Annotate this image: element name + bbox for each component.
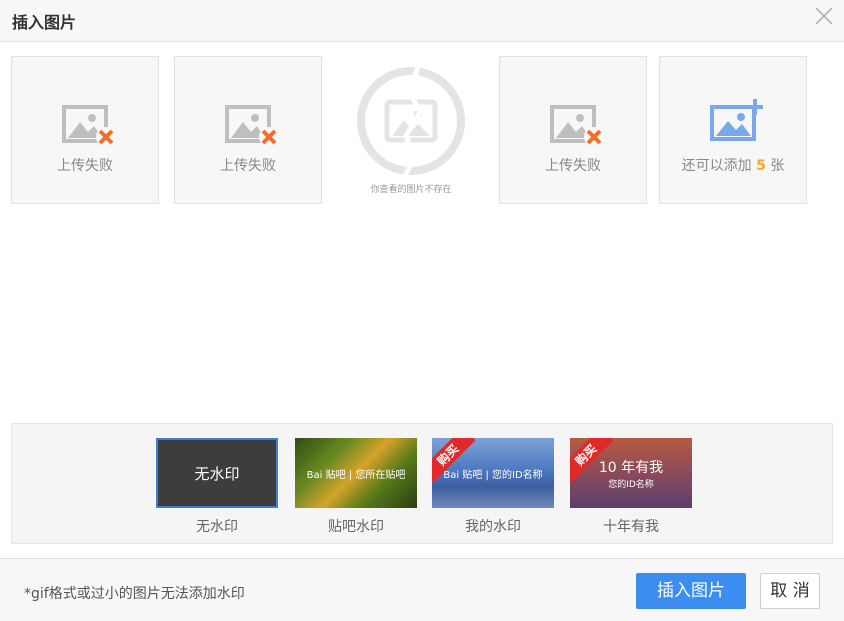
upload-thumbnail-failed[interactable]: 上传失败 bbox=[174, 56, 322, 204]
upload-thumbnail-failed[interactable]: 上传失败 bbox=[11, 56, 159, 204]
remaining-count-label: 还可以添加 5 张 bbox=[660, 155, 806, 175]
thumbnail-status-label: 上传失败 bbox=[545, 158, 601, 174]
image-failed-icon bbox=[550, 105, 604, 147]
watermark-option-tieba[interactable]: Bai 贴吧 | 您所在贴吧 bbox=[295, 438, 417, 508]
insert-image-button[interactable]: 插入图片 bbox=[636, 573, 746, 609]
upload-thumbnail-missing[interactable]: 你查看的图片不存在 bbox=[352, 62, 470, 202]
dialog-header: 插入图片 bbox=[0, 0, 844, 42]
dialog-title: 插入图片 bbox=[12, 13, 77, 32]
remaining-prefix: 还可以添加 bbox=[681, 158, 752, 174]
watermark-preview-text: 无水印 bbox=[194, 464, 240, 483]
upload-thumbnail-failed[interactable]: 上传失败 bbox=[499, 56, 647, 204]
add-image-icon bbox=[709, 99, 763, 141]
watermark-label: 贴吧水印 bbox=[328, 519, 384, 535]
watermark-preview-text: Bai 贴吧 | 您所在贴吧 bbox=[306, 469, 406, 481]
image-failed-icon bbox=[225, 105, 279, 147]
watermark-option-none[interactable]: 无水印 bbox=[156, 438, 278, 508]
remaining-count: 5 bbox=[756, 158, 766, 174]
dialog-footer: *gif格式或过小的图片无法添加水印 插入图片 取 消 bbox=[0, 558, 844, 621]
watermark-panel: 无水印 无水印 Bai 贴吧 | 您所在贴吧 贴吧水印 Bai 贴吧 | 您的I… bbox=[11, 423, 833, 544]
watermark-label: 我的水印 bbox=[465, 519, 521, 535]
thumbnail-status-label: 上传失败 bbox=[220, 158, 276, 174]
close-icon[interactable] bbox=[814, 6, 834, 26]
watermark-preview-subtext: 您的ID名称 bbox=[608, 479, 654, 490]
cancel-button[interactable]: 取 消 bbox=[760, 573, 820, 609]
watermark-label: 无水印 bbox=[196, 519, 238, 535]
missing-image-caption: 你查看的图片不存在 bbox=[370, 185, 452, 195]
watermark-option-mine[interactable]: Bai 贴吧 | 您的ID名称 购买 bbox=[432, 438, 554, 508]
watermark-note: *gif格式或过小的图片无法添加水印 bbox=[24, 586, 245, 602]
thumbnail-status-label: 上传失败 bbox=[57, 158, 113, 174]
broken-image-icon bbox=[357, 65, 465, 180]
watermark-preview-text: 10 年有我 bbox=[598, 459, 664, 476]
add-image-button[interactable]: 还可以添加 5 张 bbox=[659, 56, 807, 204]
watermark-option-ten-years[interactable]: 10 年有我 您的ID名称 购买 bbox=[570, 438, 692, 508]
insert-image-dialog: 插入图片 上传失败 上传失败 你查看的图片不存在 上传失败 还可以添加 5 张 … bbox=[0, 0, 844, 621]
watermark-label: 十年有我 bbox=[603, 519, 659, 535]
remaining-suffix: 张 bbox=[770, 158, 785, 174]
image-failed-icon bbox=[62, 105, 116, 147]
